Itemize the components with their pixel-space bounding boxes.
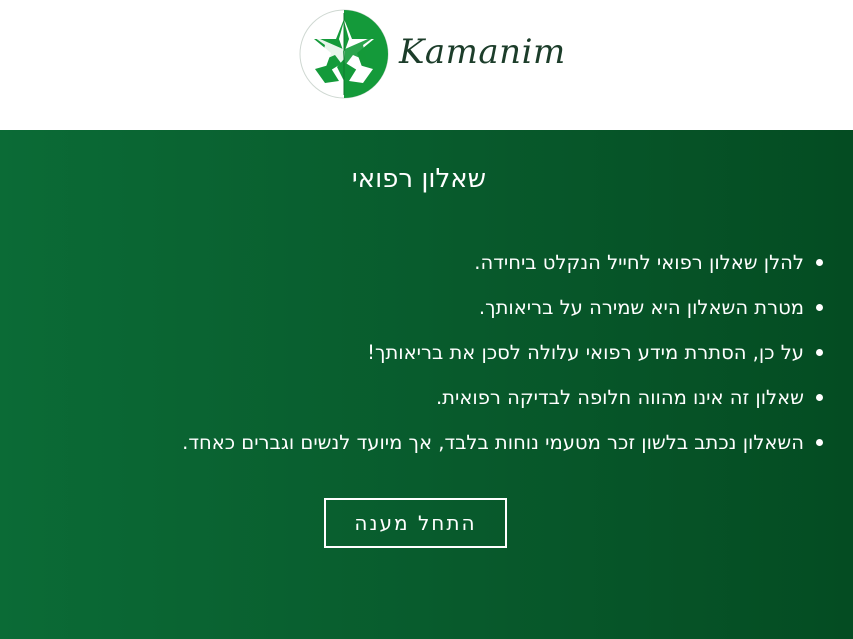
list-item-text: שאלון זה אינו מהווה חלופה לבדיקה רפואית. bbox=[435, 386, 804, 409]
list-item-text: מטרת השאלון היא שמירה על בריאותך. bbox=[478, 296, 804, 319]
list-item: על כן, הסתרת מידע רפואי עלולה לסכן את בר… bbox=[182, 330, 823, 375]
list-item: מטרת השאלון היא שמירה על בריאותך. bbox=[182, 285, 823, 330]
bullet-icon bbox=[816, 439, 823, 446]
list-item: להלן שאלון רפואי לחייל הנקלט ביחידה. bbox=[182, 240, 823, 285]
logo-text: Kamanim bbox=[399, 32, 566, 72]
list-item-text: להלן שאלון רפואי לחייל הנקלט ביחידה. bbox=[474, 251, 804, 274]
star-emblem-icon bbox=[299, 9, 389, 99]
list-item: שאלון זה אינו מהווה חלופה לבדיקה רפואית. bbox=[182, 375, 823, 420]
list-item-text: על כן, הסתרת מידע רפואי עלולה לסכן את בר… bbox=[367, 341, 804, 364]
list-item-text: השאלון נכתב בלשון זכר מטעמי נוחות בלבד, … bbox=[182, 431, 804, 454]
logo[interactable]: Kamanim bbox=[299, 9, 566, 99]
page-header: Kamanim bbox=[0, 0, 853, 130]
intro-panel: שאלון רפואי להלן שאלון רפואי לחייל הנקלט… bbox=[0, 130, 853, 639]
bullet-icon bbox=[816, 394, 823, 401]
bullet-icon bbox=[816, 304, 823, 311]
list-item: השאלון נכתב בלשון זכר מטעמי נוחות בלבד, … bbox=[182, 420, 823, 465]
bullet-icon bbox=[816, 259, 823, 266]
instructions-list: להלן שאלון רפואי לחייל הנקלט ביחידה. מטר… bbox=[182, 240, 823, 465]
start-answering-button[interactable]: התחל מענה bbox=[324, 498, 507, 548]
page-title: שאלון רפואי bbox=[351, 164, 487, 194]
bullet-icon bbox=[816, 349, 823, 356]
